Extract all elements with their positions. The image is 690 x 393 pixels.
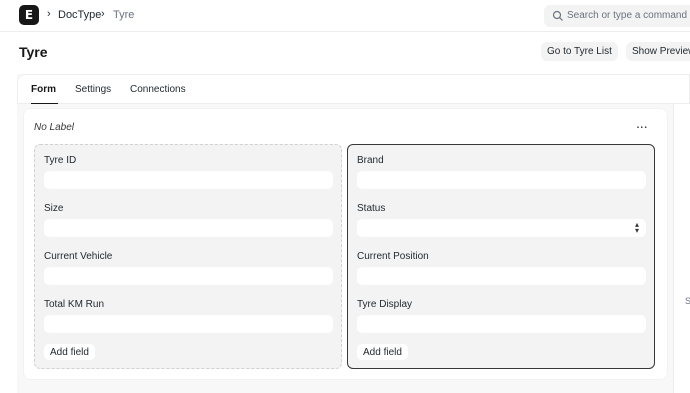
- section-menu-icon[interactable]: ...: [637, 120, 648, 131]
- tab-form[interactable]: Form: [31, 84, 56, 95]
- field-label-total-km-run[interactable]: Total KM Run: [44, 299, 104, 310]
- add-field-button[interactable]: Add field: [44, 344, 95, 360]
- field-input-tyre-id[interactable]: [44, 171, 333, 189]
- field-input-current-vehicle[interactable]: [44, 267, 333, 285]
- field-label-status[interactable]: Status: [357, 203, 385, 214]
- logo-letter: E: [24, 8, 34, 22]
- field-label-size[interactable]: Size: [44, 203, 63, 214]
- show-preview-button[interactable]: Show Preview: [626, 42, 690, 61]
- add-field-button[interactable]: Add field: [357, 344, 408, 360]
- form-section[interactable]: No Label ... Tyre ID Size Current Vehicl…: [24, 109, 667, 379]
- field-input-current-position[interactable]: [357, 267, 646, 285]
- chevron-right-icon: ›: [47, 8, 51, 20]
- field-input-tyre-display[interactable]: [357, 315, 646, 333]
- breadcrumb-current[interactable]: Tyre: [113, 9, 134, 21]
- field-label-tyre-id[interactable]: Tyre ID: [44, 155, 76, 166]
- breadcrumb-doctype[interactable]: DocType: [58, 9, 101, 21]
- app-logo[interactable]: E: [19, 5, 39, 25]
- active-tab-indicator: [31, 103, 58, 104]
- field-label-current-position[interactable]: Current Position: [357, 251, 429, 262]
- field-label-tyre-display[interactable]: Tyre Display: [357, 299, 412, 310]
- tab-settings[interactable]: Settings: [75, 84, 111, 95]
- field-select-status[interactable]: ▴ ▾: [357, 219, 646, 237]
- search-icon: [552, 10, 563, 21]
- field-input-brand[interactable]: [357, 171, 646, 189]
- field-input-size[interactable]: [44, 219, 333, 237]
- field-label-brand[interactable]: Brand: [357, 155, 384, 166]
- panel-peek-text: S: [685, 296, 690, 306]
- navbar: E › DocType › Tyre Search or type a comm…: [0, 0, 690, 32]
- form-tabs: Form Settings Connections: [17, 74, 690, 104]
- field-properties-panel: [673, 104, 690, 393]
- field-label-current-vehicle[interactable]: Current Vehicle: [44, 251, 112, 262]
- page-title: Tyre: [19, 44, 48, 60]
- form-column-right[interactable]: Brand Status ▴ ▾ Current Position Tyre Di…: [347, 144, 655, 369]
- section-label[interactable]: No Label: [34, 122, 74, 133]
- tab-connections[interactable]: Connections: [130, 84, 186, 95]
- search-bar[interactable]: Search or type a command (Ctrl + G): [544, 5, 690, 27]
- select-arrows-icon: ▴ ▾: [634, 220, 639, 235]
- field-input-total-km-run[interactable]: [44, 315, 333, 333]
- form-column-left[interactable]: Tyre ID Size Current Vehicle Total KM Ru…: [34, 144, 342, 369]
- search-input[interactable]: Search or type a command (Ctrl + G): [567, 10, 690, 21]
- go-to-list-button[interactable]: Go to Tyre List: [541, 42, 618, 61]
- chevron-right-icon: ›: [101, 8, 105, 20]
